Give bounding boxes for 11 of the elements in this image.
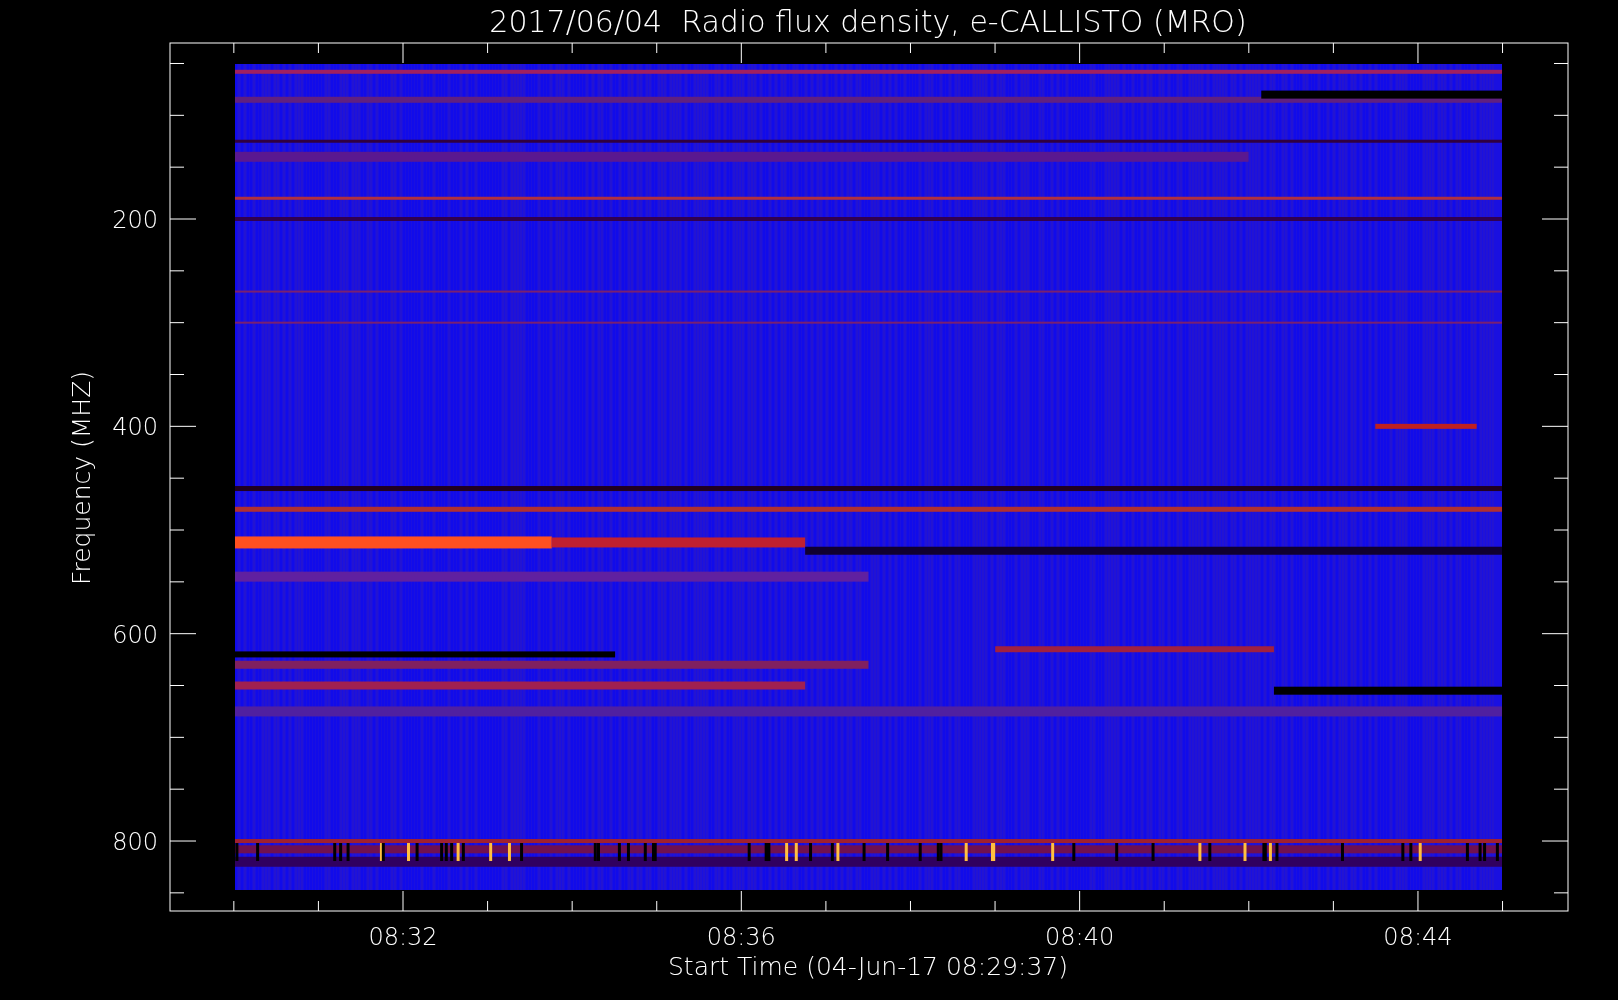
plot-title: 2017/06/04 Radio flux density, e-CALLISTO (MRO): [489, 4, 1247, 39]
x-tick-label: 08:44: [1383, 923, 1453, 951]
y-tick-label: 800: [112, 828, 158, 856]
x-tick-label: 08:32: [368, 923, 438, 951]
x-tick-label: 08:40: [1045, 923, 1115, 951]
y-axis-label: Frequency (MHZ): [67, 370, 96, 586]
y-tick-label: 600: [112, 620, 158, 649]
x-axis-label: Start Time (04-Jun-17 08:29:37): [668, 952, 1068, 981]
y-tick-label: 200: [112, 206, 158, 234]
x-tick-label: 08:36: [706, 923, 776, 951]
y-tick-label: 400: [112, 413, 158, 442]
